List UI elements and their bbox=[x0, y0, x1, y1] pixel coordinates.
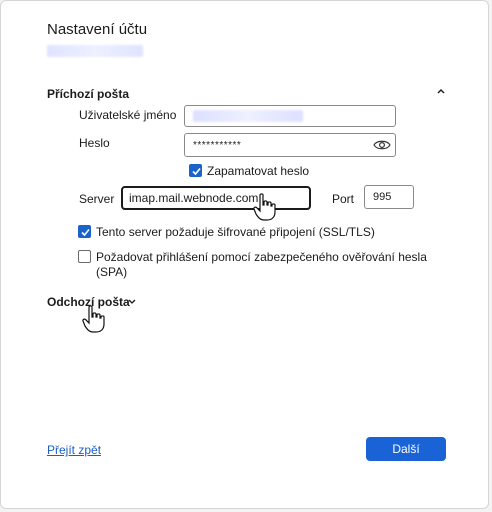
checkmark-icon bbox=[81, 228, 90, 237]
password-label: Heslo bbox=[79, 136, 110, 150]
spa-label-line1[interactable]: Požadovat přihlášení pomocí zabezpečenéh… bbox=[96, 250, 427, 264]
spa-checkbox[interactable] bbox=[78, 250, 91, 263]
password-input[interactable]: *********** bbox=[184, 133, 396, 157]
hand-cursor-icon bbox=[253, 193, 276, 221]
account-email-redacted bbox=[47, 45, 143, 57]
spa-label-line2[interactable]: (SPA) bbox=[96, 265, 127, 279]
ssl-checkbox[interactable] bbox=[78, 225, 91, 238]
chevron-down-icon[interactable] bbox=[127, 296, 137, 306]
server-input[interactable]: imap.mail.webnode.com bbox=[121, 186, 311, 210]
remember-password-label[interactable]: Zapamatovat heslo bbox=[207, 164, 309, 178]
dialog-title: Nastavení účtu bbox=[47, 21, 148, 38]
incoming-mail-header[interactable]: Příchozí pošta bbox=[47, 87, 129, 101]
hand-cursor-icon bbox=[82, 305, 105, 333]
checkmark-icon bbox=[192, 167, 201, 176]
back-link[interactable]: Přejít zpět bbox=[47, 443, 101, 457]
account-settings-dialog: Nastavení účtu Příchozí pošta Uživatelsk… bbox=[0, 0, 489, 509]
port-input[interactable]: 995 bbox=[364, 185, 414, 209]
eye-icon[interactable] bbox=[373, 138, 391, 152]
username-input[interactable] bbox=[184, 105, 396, 127]
next-button[interactable]: Další bbox=[366, 437, 446, 461]
remember-password-checkbox[interactable] bbox=[189, 164, 202, 177]
server-label: Server bbox=[79, 192, 115, 206]
chevron-up-icon[interactable] bbox=[435, 85, 447, 97]
username-redacted bbox=[193, 110, 303, 122]
ssl-label[interactable]: Tento server požaduje šifrované připojen… bbox=[96, 225, 375, 239]
username-label: Uživatelské jméno bbox=[79, 108, 177, 122]
port-label: Port bbox=[332, 192, 355, 206]
